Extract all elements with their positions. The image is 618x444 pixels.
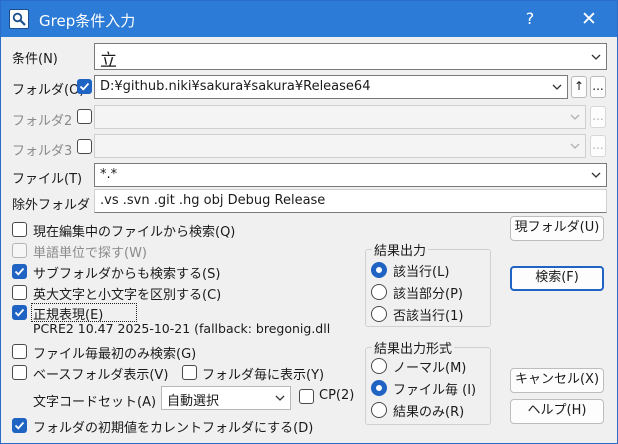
charset-select[interactable]: 自動選択	[161, 386, 291, 410]
exclude-value: .vs .svn .git .hg obj Debug Release	[100, 193, 326, 208]
folder3-label: フォルダ3	[12, 144, 73, 159]
close-icon[interactable]: ✕	[569, 5, 609, 33]
check-icon	[79, 82, 90, 91]
chevron-down-icon	[552, 84, 562, 90]
exclude-input[interactable]: .vs .svn .git .hg obj Debug Release	[94, 189, 607, 213]
exclude-label: 除外フォルダ	[12, 198, 91, 213]
folder-each-label[interactable]: フォルダ毎に表示(Y)	[202, 364, 324, 383]
condition-label: 条件(N)	[12, 52, 58, 67]
folder-combo[interactable]: D:¥github.niki¥sakura¥sakura¥Release64	[94, 75, 568, 99]
check-icon	[14, 421, 25, 430]
format-per-file-label[interactable]: ファイル毎 (I)	[393, 379, 476, 398]
cp-checkbox[interactable]	[299, 389, 314, 404]
parent-folder-button[interactable]: ↑	[571, 76, 587, 98]
folder3-checkbox[interactable]	[77, 139, 92, 154]
grep-dialog: Grep条件入力 ? ✕ 条件(N) 立 フォルダ(O) D:¥github.n…	[0, 0, 618, 444]
folder-label: フォルダ(O)	[12, 83, 85, 98]
file-first-checkbox[interactable]	[12, 344, 27, 359]
search-current-label[interactable]: 現在編集中のファイルから検索(Q)	[33, 221, 235, 240]
app-icon	[9, 9, 29, 29]
title-bar[interactable]: Grep条件入力 ? ✕	[1, 1, 617, 37]
condition-value: 立	[100, 51, 117, 71]
format-normal-label[interactable]: ノーマル(M)	[393, 357, 466, 376]
folder2-label: フォルダ2	[12, 114, 73, 129]
current-folder-button[interactable]: 現フォルダ(U)	[510, 216, 604, 241]
regex-checkbox[interactable]	[12, 305, 27, 320]
file-value: *.*	[100, 167, 118, 182]
browse-folder-button[interactable]: ...	[590, 76, 606, 98]
case-checkbox[interactable]	[12, 285, 27, 300]
help-title-button[interactable]: ?	[513, 5, 547, 33]
result-line-radio[interactable]	[371, 262, 387, 278]
charset-value: 自動選択	[167, 394, 220, 409]
file-first-label[interactable]: ファイル毎最初のみ検索(G)	[33, 343, 196, 362]
chevron-down-icon	[275, 395, 285, 401]
folder-value: D:¥github.niki¥sakura¥sakura¥Release64	[100, 79, 371, 94]
result-output-title: 結果出力	[372, 240, 429, 259]
help-button[interactable]: ヘルプ(H)	[510, 399, 604, 424]
chevron-down-icon	[570, 114, 580, 120]
result-part-label[interactable]: 該当部分(P)	[393, 283, 463, 302]
regex-library-info: PCRE2 10.47 2025-10-21 (fallback: bregon…	[33, 321, 331, 336]
check-icon	[14, 308, 25, 317]
folder-each-checkbox[interactable]	[182, 365, 197, 380]
folder2-checkbox[interactable]	[77, 109, 92, 124]
condition-combo[interactable]: 立	[94, 43, 607, 71]
case-label[interactable]: 英大文字と小文字を区別する(C)	[33, 284, 221, 303]
subfolder-checkbox[interactable]	[12, 264, 27, 279]
format-per-file-radio[interactable]	[371, 380, 387, 396]
chevron-down-icon	[570, 143, 580, 149]
base-folder-checkbox[interactable]	[12, 365, 27, 380]
format-normal-radio[interactable]	[371, 358, 387, 374]
result-line-label[interactable]: 該当行(L)	[393, 261, 449, 280]
browse-folder2-button[interactable]: ...	[590, 106, 606, 128]
word-unit-checkbox[interactable]	[12, 243, 27, 258]
result-not-line-radio[interactable]	[371, 306, 387, 322]
chevron-down-icon	[591, 54, 601, 60]
file-combo[interactable]: *.*	[94, 163, 607, 187]
result-format-title: 結果出力形式	[372, 338, 455, 357]
search-button[interactable]: 検索(F)	[510, 266, 604, 291]
search-current-checkbox[interactable]	[12, 222, 27, 237]
initial-folder-label[interactable]: フォルダの初期値をカレントフォルダにする(D)	[33, 417, 313, 436]
result-not-line-label[interactable]: 否該当行(1)	[393, 305, 463, 324]
folder-checkbox[interactable]	[77, 79, 92, 94]
charset-label: 文字コードセット(A)	[33, 395, 157, 410]
folder3-combo[interactable]	[94, 134, 586, 158]
base-folder-label[interactable]: ベースフォルダ表示(V)	[33, 364, 168, 383]
format-result-only-label[interactable]: 結果のみ(R)	[393, 401, 464, 420]
cp-label[interactable]: CP(2)	[319, 388, 354, 403]
window-title: Grep条件入力	[39, 12, 136, 30]
result-part-radio[interactable]	[371, 284, 387, 300]
cancel-button[interactable]: キャンセル(X)	[510, 368, 604, 393]
check-icon	[14, 267, 25, 276]
initial-folder-checkbox[interactable]	[12, 418, 27, 433]
subfolder-label[interactable]: サブフォルダからも検索する(S)	[33, 263, 220, 282]
chevron-down-icon	[591, 172, 601, 178]
format-result-only-radio[interactable]	[371, 402, 387, 418]
browse-folder3-button[interactable]: ...	[590, 135, 606, 157]
word-unit-label[interactable]: 単語単位で探す(W)	[33, 242, 147, 261]
folder2-combo[interactable]	[94, 105, 586, 129]
file-label: ファイル(T)	[12, 172, 83, 187]
